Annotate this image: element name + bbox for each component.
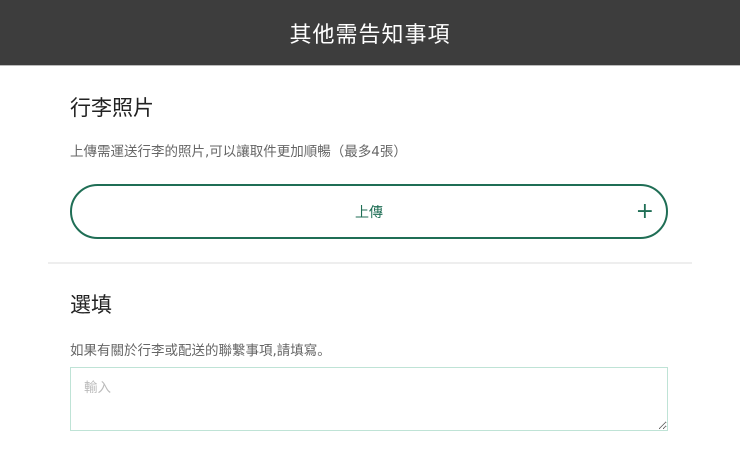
plus-icon: + — [635, 198, 654, 224]
notes-input[interactable] — [70, 367, 668, 431]
optional-description: 如果有關於行李或配送的聯繫事項,請填寫。 — [70, 343, 331, 359]
section-divider — [48, 262, 692, 264]
optional-section-title: 選填 — [70, 293, 112, 317]
page-title: 其他需告知事項 — [289, 22, 451, 48]
photos-description: 上傳需運送行李的照片,可以讓取件更加順暢（最多4張） — [70, 144, 407, 160]
upload-button[interactable]: 上傳 + — [70, 184, 668, 239]
photos-section-title: 行李照片 — [70, 96, 154, 120]
page-header: 其他需告知事項 — [0, 0, 740, 66]
upload-label: 上傳 — [355, 204, 383, 221]
